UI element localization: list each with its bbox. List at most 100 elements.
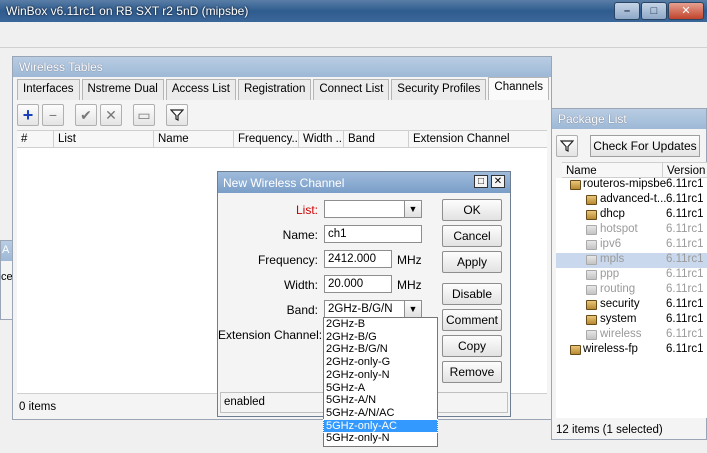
package-row[interactable]: wireless-fp 6.11rc1: [556, 343, 707, 358]
filter-button[interactable]: [556, 135, 578, 157]
package-version: 6.11rc1: [666, 313, 704, 325]
app-title-bar[interactable]: WinBox v6.11rc1 on RB SXT r2 5nD (mipsbe…: [0, 0, 707, 22]
band-option[interactable]: 2GHz-B: [324, 318, 437, 331]
tab-interfaces[interactable]: Interfaces: [17, 79, 80, 100]
name-input[interactable]: ch1: [324, 225, 422, 243]
package-name: hotspot: [600, 223, 638, 235]
frequency-input[interactable]: 2412.000: [324, 250, 392, 268]
column-index[interactable]: #: [17, 131, 53, 148]
package-icon: [586, 195, 597, 205]
band-option[interactable]: 5GHz-A/N: [324, 394, 437, 407]
package-name: wireless-fp: [583, 343, 638, 355]
band-option[interactable]: 5GHz-A/N/AC: [324, 407, 437, 420]
check-for-updates-button[interactable]: Check For Updates: [590, 135, 700, 157]
package-icon: [586, 285, 597, 295]
list-input[interactable]: [324, 200, 408, 218]
disable-button[interactable]: Disable: [442, 283, 502, 305]
package-list-title[interactable]: Package List: [552, 109, 706, 129]
band-option[interactable]: 2GHz-B/G/N: [324, 343, 437, 356]
comment-button[interactable]: Comment: [442, 309, 502, 331]
package-icon: [586, 300, 597, 310]
dialog-title-bar[interactable]: New Wireless Channel: [218, 172, 510, 193]
band-option[interactable]: 2GHz-only-G: [324, 356, 437, 369]
package-version: 6.11rc1: [666, 193, 704, 205]
toolbar-strip: [0, 22, 707, 48]
package-icon: [586, 315, 597, 325]
maximize-button[interactable]: □: [641, 2, 667, 20]
column-width[interactable]: Width ...: [298, 131, 343, 148]
band-option[interactable]: 2GHz-B/G: [324, 331, 437, 344]
column-list[interactable]: List: [53, 131, 153, 148]
comment-icon: ▭: [137, 107, 151, 123]
dialog-close-button[interactable]: ✕: [491, 175, 505, 188]
remove-button[interactable]: Remove: [442, 361, 502, 383]
package-row[interactable]: routing 6.11rc1: [556, 283, 707, 298]
package-name: security: [600, 298, 640, 310]
dialog-maximize-button[interactable]: □: [474, 175, 488, 188]
remove-button[interactable]: −: [42, 104, 64, 126]
copy-button[interactable]: Copy: [442, 335, 502, 357]
tab-connect-list[interactable]: Connect List: [313, 79, 390, 100]
column-extension-channel[interactable]: Extension Channel: [408, 131, 547, 148]
channels-table-header: # List Name Frequency... Width ... Band …: [17, 130, 547, 148]
band-option[interactable]: 2GHz-only-N: [324, 369, 437, 382]
apply-button[interactable]: Apply: [442, 251, 502, 273]
package-version: 6.11rc1: [666, 238, 704, 250]
maximize-icon: □: [477, 176, 485, 187]
package-list-window: Package List Check For Updates Name Vers…: [551, 108, 707, 440]
enable-button[interactable]: ✔: [75, 104, 97, 126]
band-option[interactable]: 5GHz-A: [324, 382, 437, 395]
list-dropdown-button[interactable]: ▼: [404, 200, 422, 218]
tab-security-profiles[interactable]: Security Profiles: [391, 79, 487, 100]
package-version: 6.11rc1: [666, 223, 704, 235]
cancel-button[interactable]: Cancel: [442, 225, 502, 247]
close-button[interactable]: ✕: [668, 2, 704, 20]
package-version: 6.11rc1: [666, 208, 704, 220]
package-name: ipv6: [600, 238, 622, 250]
package-name: system: [600, 313, 637, 325]
width-input[interactable]: 20.000: [324, 275, 392, 293]
band-label: Band:: [286, 303, 318, 317]
ok-button[interactable]: OK: [442, 199, 502, 221]
minimize-button[interactable]: –: [614, 2, 640, 20]
add-button[interactable]: +: [17, 104, 39, 126]
wireless-toolbar: + − ✔ ✕ ▭: [17, 104, 547, 130]
column-frequency[interactable]: Frequency...: [233, 131, 298, 148]
column-band[interactable]: Band: [343, 131, 408, 148]
package-row-selected[interactable]: mpls 6.11rc1: [556, 253, 707, 268]
filter-button[interactable]: [166, 104, 188, 126]
package-row[interactable]: dhcp 6.11rc1: [556, 208, 707, 223]
package-icon: [586, 225, 597, 235]
column-name[interactable]: Name: [153, 131, 233, 148]
package-row[interactable]: system 6.11rc1: [556, 313, 707, 328]
package-row[interactable]: security 6.11rc1: [556, 298, 707, 313]
band-option[interactable]: 5GHz-only-N: [324, 432, 437, 445]
width-unit: MHz: [397, 278, 422, 292]
package-name: routing: [600, 283, 636, 295]
package-row[interactable]: ipv6 6.11rc1: [556, 238, 707, 253]
wireless-tables-title[interactable]: Wireless Tables: [13, 57, 551, 77]
disable-icon: ✕: [105, 107, 117, 123]
band-select[interactable]: 2GHz-B/G/N: [324, 300, 408, 318]
band-option-selected[interactable]: 5GHz-only-AC: [323, 418, 438, 434]
package-row[interactable]: wireless 6.11rc1: [556, 328, 707, 343]
remove-icon: −: [48, 107, 58, 123]
comment-button[interactable]: ▭: [133, 104, 155, 126]
tab-access-list[interactable]: Access List: [165, 79, 236, 100]
package-icon: [586, 270, 597, 280]
package-row[interactable]: ppp 6.11rc1: [556, 268, 707, 283]
package-version: 6.11rc1: [666, 178, 704, 190]
package-version: 6.11rc1: [666, 343, 704, 355]
package-row[interactable]: advanced-t... 6.11rc1: [556, 193, 707, 208]
disable-button[interactable]: ✕: [100, 104, 122, 126]
package-version: 6.11rc1: [666, 328, 704, 340]
tab-channels[interactable]: Channels: [488, 77, 549, 100]
tab-registration[interactable]: Registration: [237, 79, 312, 100]
chevron-down-icon: ▼: [408, 304, 418, 314]
band-dropdown-button[interactable]: ▼: [404, 300, 422, 318]
chevron-down-icon: ▼: [408, 204, 418, 214]
package-row[interactable]: hotspot 6.11rc1: [556, 223, 707, 238]
frequency-label: Frequency:: [257, 253, 318, 267]
package-row[interactable]: routeros-mipsbe 6.11rc1: [556, 178, 707, 193]
tab-nstreme-dual[interactable]: Nstreme Dual: [81, 79, 164, 100]
